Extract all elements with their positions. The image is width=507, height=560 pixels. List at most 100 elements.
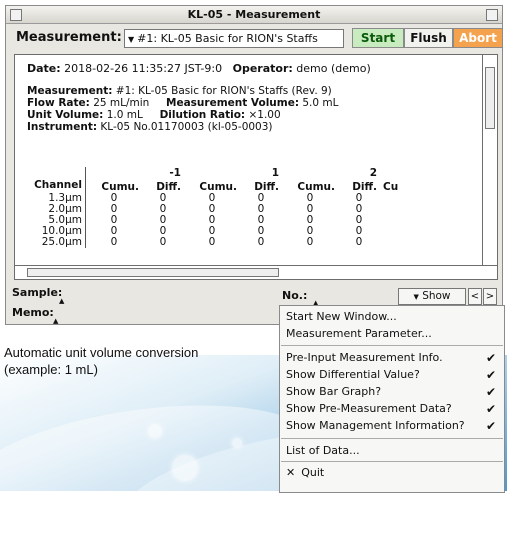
flush-button[interactable]: Flush [404, 28, 453, 48]
table-body: 1.3μm 0 0 0 0 0 0 2.0μm 0 0 0 0 0 0 5.0μm 0 0 0 0 0 0 10.0μm 0… [27, 193, 416, 248]
vertical-scrollbar[interactable] [482, 54, 498, 266]
menu-item-label: Start New Window... [286, 310, 397, 323]
start-button[interactable]: Start [352, 28, 404, 48]
toolbar: Measurement: ▼ #1: KL-05 Basic for RION's… [6, 24, 503, 52]
measurement-line: Measurement: #1: KL-05 Basic for RION's … [27, 85, 332, 97]
menu-item[interactable]: Pre-Input Measurement Info. ✔ [286, 350, 498, 366]
checkmark-icon: ✔ [485, 402, 496, 416]
table-row: 25.0μm 0 0 0 0 0 0 [27, 237, 416, 248]
dropdown-arrow-icon: ▼ [128, 35, 135, 44]
measurement-info-label: Measurement: [27, 85, 113, 97]
flow-rate-label: Flow Rate: [27, 97, 90, 109]
water-bubble [172, 455, 198, 481]
menu-item[interactable]: Show Bar Graph? ✔ [286, 384, 498, 400]
diff-header: Diff. [156, 181, 181, 193]
menu-item[interactable]: Show Management Information? ✔ [286, 418, 498, 434]
sample-input-caret-icon[interactable]: ▲ [59, 297, 64, 305]
value-cell-truncated [380, 226, 416, 237]
channel-header: Channel [27, 179, 86, 193]
value-cell-truncated [380, 193, 416, 204]
cumu-header-truncated: Cu [383, 181, 399, 193]
menu-separator [281, 438, 503, 439]
abort-button[interactable]: Abort [453, 28, 503, 48]
memo-label: Memo: [12, 306, 54, 319]
date-label: Date: [27, 62, 61, 75]
table-header-spacer [282, 167, 338, 179]
measurement-info-value: #1: KL-05 Basic for RION's Staffs (Rev. … [115, 85, 332, 97]
next-button[interactable]: > [483, 288, 497, 305]
menu-item-label: Show Differential Value? [286, 368, 420, 381]
table-header-spacer [27, 167, 86, 179]
menu-item-label: Show Pre-Measurement Data? [286, 402, 452, 415]
quit-icon: ✕ [286, 466, 296, 479]
caption-line: (example: 1 mL) [4, 362, 98, 377]
date-line: Date: 2018-02-26 11:35:27 JST-9:0 Operat… [27, 63, 371, 75]
caption: Automatic unit volume conversion (exampl… [4, 344, 198, 378]
menu-item[interactable]: List of Data... [286, 443, 498, 459]
dilution-ratio-value: ×1.00 [248, 109, 281, 121]
results-panel: Date: 2018-02-26 11:35:27 JST-9:0 Operat… [14, 54, 483, 266]
value-cell: 0 [208, 236, 216, 248]
group-header: -1 [169, 167, 181, 179]
table-header-spacer [86, 167, 143, 179]
table-group-header: -1 1 2 [27, 167, 416, 179]
menu-item-label: Show Management Information? [286, 419, 465, 432]
horizontal-scrollbar[interactable] [14, 265, 498, 280]
unit-line: Unit Volume: 1.0 mL Dilution Ratio: ×1.0… [27, 109, 281, 121]
table-header-spacer [184, 167, 240, 179]
group-header: 2 [369, 167, 377, 179]
menu-item-label: List of Data... [286, 444, 360, 457]
dropdown-arrow-icon: ▼ [413, 293, 419, 301]
measurement-volume-label: Measurement Volume: [166, 97, 300, 109]
zoom-window-button[interactable] [486, 9, 498, 21]
value-cell: 0 [306, 236, 314, 248]
measurement-volume-value: 5.0 mL [302, 97, 339, 109]
value-cell: 0 [355, 236, 363, 248]
title-bar[interactable]: KL-05 - Measurement [6, 6, 502, 24]
menu-item[interactable]: ✕ Quit [286, 465, 498, 481]
unit-volume-value: 1.0 mL [106, 109, 143, 121]
cumu-header: Cumu. [101, 181, 139, 193]
value-cell: 0 [159, 236, 167, 248]
menu-item-label: Quit [301, 466, 325, 479]
water-bubble [148, 424, 162, 438]
value-cell: 0 [257, 236, 265, 248]
measurement-select[interactable]: ▼ #1: KL-05 Basic for RION's Staffs [124, 29, 344, 48]
memo-input-caret-icon[interactable]: ▲ [53, 317, 58, 325]
cumu-header: Cumu. [199, 181, 237, 193]
measurement-window: KL-05 - Measurement Measurement: ▼ #1: KL… [5, 5, 503, 325]
menu-item-label: Measurement Parameter... [286, 327, 432, 340]
checkmark-icon: ✔ [485, 419, 496, 433]
menu-item[interactable]: Start New Window... [286, 309, 498, 325]
operator-value: demo (demo) [296, 62, 371, 75]
value-cell-truncated [380, 204, 416, 215]
instrument-label: Instrument: [27, 121, 98, 133]
instrument-value: KL-05 No.01170003 (kl-05-0003) [100, 121, 273, 133]
show-dropdown-button[interactable]: ▼ Show [398, 288, 466, 305]
table-column-header: Channel Cumu. Diff. Cumu. Diff. Cumu. Di… [27, 179, 416, 193]
context-menu: Start New Window... Measurement Parameter… [279, 305, 505, 493]
caption-line: Automatic unit volume conversion [4, 345, 199, 360]
checkmark-icon: ✔ [485, 351, 496, 365]
checkmark-icon: ✔ [485, 368, 496, 382]
no-label: No.: [282, 289, 308, 302]
value-cell-truncated [380, 215, 416, 226]
menu-item[interactable]: Show Pre-Measurement Data? ✔ [286, 401, 498, 417]
measurement-label: Measurement: [16, 30, 122, 45]
scroll-thumb[interactable] [27, 268, 279, 277]
value-cell-truncated [380, 237, 416, 248]
window-title: KL-05 - Measurement [187, 8, 321, 21]
value-cell: 0 [110, 236, 118, 248]
menu-item[interactable]: Show Differential Value? ✔ [286, 367, 498, 383]
operator-label: Operator: [232, 62, 293, 75]
unit-volume-label: Unit Volume: [27, 109, 104, 121]
diff-header: Diff. [254, 181, 279, 193]
checkmark-icon: ✔ [485, 385, 496, 399]
group-header: 1 [271, 167, 279, 179]
data-table: -1 1 2 Channel Cumu. Diff. Cumu. Diff. C… [27, 167, 416, 248]
menu-item[interactable]: Measurement Parameter... [286, 326, 498, 342]
instrument-line: Instrument: KL-05 No.01170003 (kl-05-000… [27, 121, 273, 133]
close-window-button[interactable] [10, 9, 22, 21]
previous-button[interactable]: < [468, 288, 482, 305]
scroll-thumb[interactable] [485, 67, 495, 129]
